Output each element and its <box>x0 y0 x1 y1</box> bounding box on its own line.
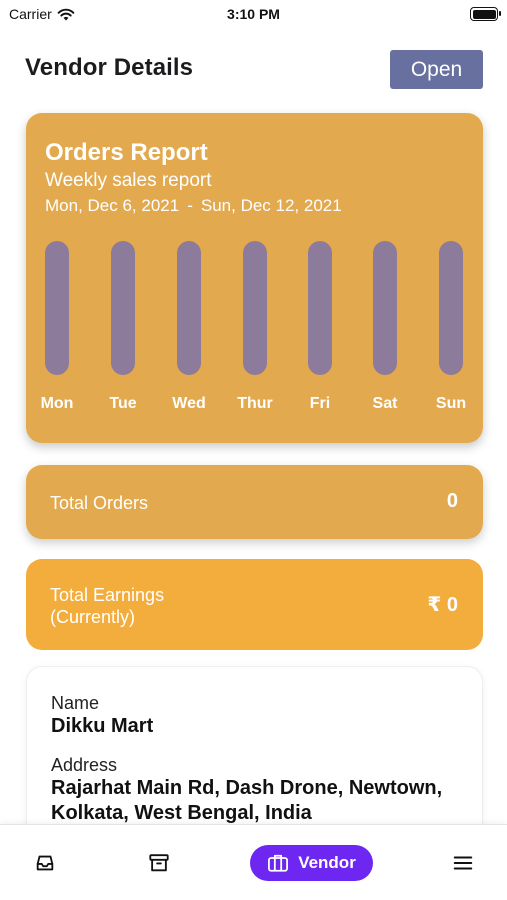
range-start: Mon, Dec 6, 2021 <box>45 196 180 215</box>
address-label: Address <box>51 755 118 775</box>
chart-bar-fri <box>308 241 332 375</box>
range-end: Sun, Dec 12, 2021 <box>200 196 342 215</box>
chart-day-label-wed: Wed <box>172 395 206 412</box>
chart-day-label-sun: Sun <box>435 395 467 412</box>
total-earnings-label-line2: (Currently) <box>50 607 136 627</box>
chart-bar-thur <box>243 241 267 375</box>
name-value: Dikku Mart <box>51 715 154 737</box>
chart-day-label-thur: Thur <box>237 395 273 412</box>
report-date-range: Mon, Dec 6, 2021 - Sun, Dec 12, 2021 <box>45 196 342 216</box>
report-title: Orders Report <box>45 139 208 166</box>
nav-menu[interactable] <box>451 851 475 875</box>
weekly-sales-chart <box>26 241 483 386</box>
orders-report-card: Orders Report Weekly sales report Mon, D… <box>26 113 483 443</box>
bottom-nav: Vendor <box>0 824 507 900</box>
total-orders-label: Total Orders <box>50 493 149 513</box>
briefcase-icon <box>268 854 289 872</box>
chart-day-label-mon: Mon <box>40 395 74 412</box>
total-orders-value: 0 <box>446 490 458 512</box>
address-line-2: Kolkata, West Bengal, India <box>51 802 312 824</box>
name-label: Name <box>51 693 100 713</box>
address-line-1: Rajarhat Main Rd, Dash Drone, Newtown, <box>51 777 443 799</box>
nav-vendor[interactable]: Vendor <box>250 845 373 881</box>
nav-archive[interactable] <box>147 851 171 875</box>
chart-day-label-fri: Fri <box>309 395 331 412</box>
chart-bar-tue <box>111 241 135 375</box>
page-title: Vendor Details <box>25 54 194 81</box>
status-time: 3:10 PM <box>227 6 280 22</box>
nav-vendor-label: Vendor <box>298 853 356 872</box>
total-earnings-label-line1: Total Earnings <box>50 585 165 605</box>
battery-icon <box>470 7 501 21</box>
nav-inbox[interactable] <box>33 851 57 875</box>
report-subtitle: Weekly sales report <box>45 170 212 191</box>
chart-bar-sun <box>439 241 463 375</box>
menu-icon <box>453 856 473 870</box>
range-separator: - <box>187 196 193 215</box>
archive-icon <box>149 854 169 872</box>
status-bar: Carrier 3:10 PM <box>0 0 507 30</box>
vendor-status-button[interactable]: Open <box>390 50 483 89</box>
chart-bar-sat <box>373 241 397 375</box>
chart-bar-mon <box>45 241 69 375</box>
total-earnings-card[interactable]: Total Earnings (Currently) ₹ 0 <box>26 559 483 650</box>
total-earnings-value: ₹ 0 <box>427 594 458 616</box>
chart-day-label-sat: Sat <box>372 395 398 412</box>
chart-day-label-tue: Tue <box>109 395 137 412</box>
inbox-icon <box>36 855 54 871</box>
total-orders-card[interactable]: Total Orders 0 <box>26 465 483 539</box>
total-earnings-label: Total Earnings (Currently) <box>50 584 164 628</box>
chart-bar-wed <box>177 241 201 375</box>
